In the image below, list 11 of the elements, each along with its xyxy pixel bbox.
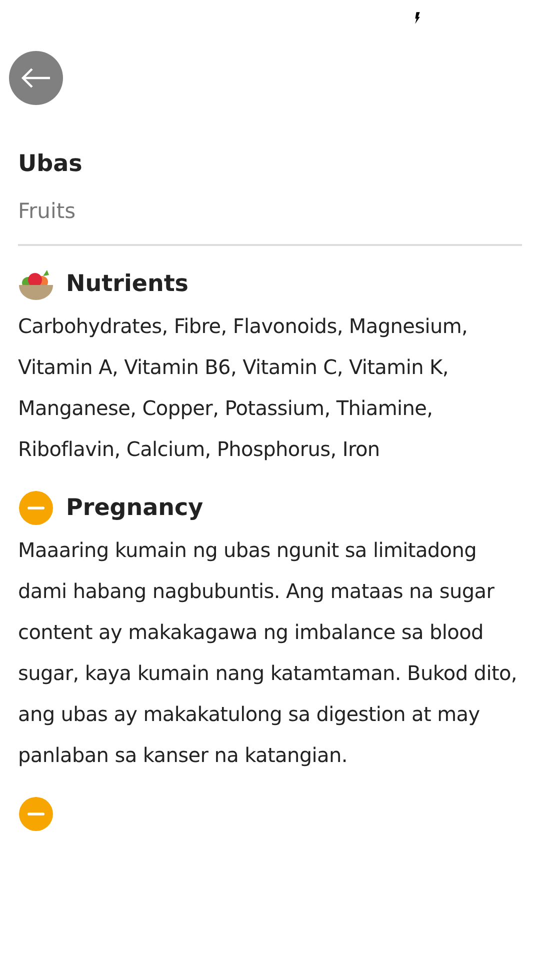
charging-icon [414,12,421,24]
back-button[interactable] [9,51,63,105]
section-title: Nutrients [66,271,189,297]
minus-circle-icon [18,797,54,831]
section-text: Carbohydrates, Fibre, Flavonoids, Magnesium, Vitamin A, Vitamin B6, Vitamin C, Vitamin K, Manganese, Copper, Potassium, Thiamine, Riboflavin, Calcium, Phosphorus, Iron [18,313,469,463]
section-title: Pregnancy [66,495,204,521]
section-text: Maaaring kumain ng ubas ngunit sa limitadong dami habang nagbubuntis. Ang mataas na sugar content ay makakagawa ng imbalance sa blood sugar, kaya kumain nang katamtaman. Bukod dito, ang ubas ay makakatulong sa digestion at may panlaban sa kanser na katangian. [18,537,518,769]
food-category: Fruits [18,198,77,225]
back-arrow-icon [20,66,52,90]
food-name: Ubas [18,150,84,179]
minus-circle-icon [18,491,54,525]
